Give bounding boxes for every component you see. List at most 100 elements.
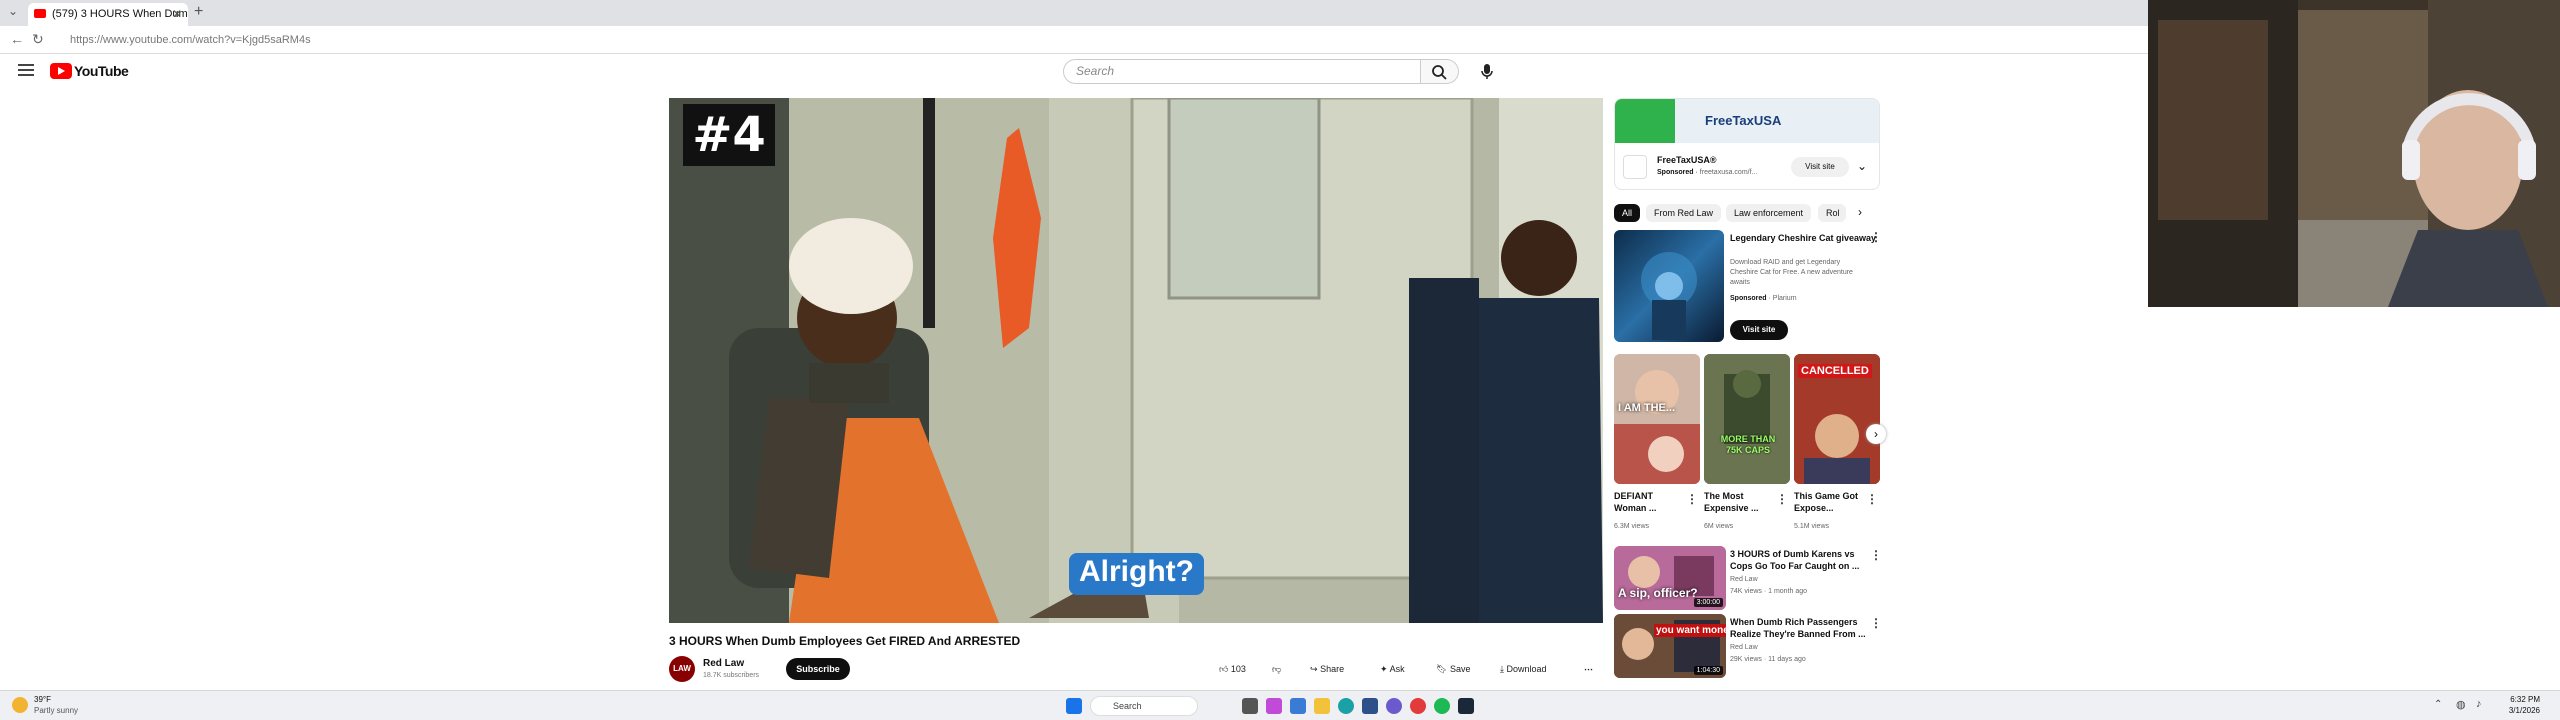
voice-search-button[interactable]	[1476, 60, 1498, 82]
widgets-icon[interactable]	[1290, 698, 1306, 714]
url-field[interactable]: https://www.youtube.com/watch?v=Kjgd5saR…	[58, 30, 2118, 50]
related-more-icon-2[interactable]: ⋮	[1870, 616, 1882, 630]
ad-banner-accent	[1615, 99, 1675, 143]
game-ad-visit-site-button[interactable]: Visit site	[1730, 320, 1788, 340]
related-thumbnail-1[interactable]: A sip, officer? 3:00:00	[1614, 546, 1726, 610]
short-title-2[interactable]: The Most Expensive ...	[1704, 490, 1770, 514]
related-duration-2: 1:04:30	[1693, 666, 1723, 675]
discord-icon[interactable]	[1386, 698, 1402, 714]
related-title-2[interactable]: When Dumb Rich Passengers Realize They'r…	[1730, 616, 1870, 640]
video-caption: Alright?	[1069, 553, 1204, 595]
channel-avatar[interactable]: LAW	[669, 656, 695, 682]
related-channel-2[interactable]: Red Law	[1730, 643, 1758, 653]
short-title-1[interactable]: DEFIANT Woman ...	[1614, 490, 1680, 514]
new-tab-icon[interactable]: +	[194, 3, 203, 21]
subscribe-button[interactable]: Subscribe	[786, 658, 850, 680]
short-views-2: 6M views	[1704, 523, 1734, 530]
like-button[interactable]: 👍︎ 103	[1219, 660, 1246, 678]
bookmark-icon: 🔖︎	[1436, 664, 1448, 674]
hamburger-menu-icon[interactable]	[18, 64, 34, 76]
related-title-1[interactable]: 3 HOURS of Dumb Karens vs Cops Go Too Fa…	[1730, 548, 1870, 572]
steam-icon[interactable]	[1458, 698, 1474, 714]
short-more-icon-3[interactable]: ⋮	[1866, 492, 1878, 506]
chip-from-red-law[interactable]: From Red Law	[1646, 204, 1722, 222]
short-thumbnail-1[interactable]: I AM THE...	[1614, 354, 1700, 484]
short-views-3: 5.1M views	[1794, 523, 1830, 530]
tab-title: (579) 3 HOURS When Dumb E	[52, 8, 188, 20]
copilot-icon[interactable]	[1266, 698, 1282, 714]
related-channel-1[interactable]: Red Law	[1730, 575, 1758, 585]
tray-chevron-icon[interactable]: ⌃	[2434, 699, 2442, 710]
ad-banner: FreeTaxUSA	[1615, 99, 1879, 143]
ad-visit-site-button[interactable]: Visit site	[1791, 157, 1849, 177]
shorts-next-button[interactable]: ›	[1866, 424, 1886, 444]
chevron-down-icon[interactable]: ⌄	[1857, 159, 1867, 173]
short-thumbnail-3[interactable]: CANCELLED	[1794, 354, 1880, 484]
chip-all[interactable]: All	[1614, 204, 1641, 222]
volume-icon[interactable]: ♪	[2476, 698, 2482, 710]
search-button[interactable]	[1421, 59, 1459, 84]
back-icon[interactable]: ←	[10, 31, 24, 47]
chip-law-enforcement[interactable]: Law enforcement	[1726, 204, 1812, 222]
close-tab-icon[interactable]: ✕	[172, 3, 182, 26]
ad-logo	[1623, 155, 1647, 179]
game-ad-thumbnail[interactable]	[1614, 230, 1724, 342]
file-explorer-icon[interactable]	[1314, 698, 1330, 714]
video-rank-badge: #4	[683, 104, 775, 166]
video-frame	[669, 98, 1603, 623]
save-button[interactable]: 🔖︎ Save	[1436, 660, 1470, 678]
spotify-icon[interactable]	[1434, 698, 1450, 714]
start-windows-icon[interactable]	[1066, 698, 1082, 714]
search-icon	[1432, 65, 1447, 80]
ad-meta: Sponsored · freetaxusa.com/f...	[1657, 169, 1758, 176]
youtube-logo[interactable]: YouTube	[50, 62, 129, 80]
download-button[interactable]: ⤓ Download	[1500, 660, 1547, 678]
browser-tab[interactable]: (579) 3 HOURS When Dumb E ✕	[28, 3, 188, 26]
video-player[interactable]: #4 Alright?	[669, 98, 1603, 623]
tab-menu-icon[interactable]: ⌄	[8, 4, 18, 18]
webcam-overlay	[2148, 0, 2560, 307]
more-actions-icon[interactable]: ⋯	[1584, 660, 1593, 678]
short-more-icon-1[interactable]: ⋮	[1686, 492, 1698, 506]
clock-time[interactable]: 6:32 PM	[2496, 695, 2540, 704]
store-icon[interactable]	[1362, 698, 1378, 714]
weather-desc: Partly sunny	[34, 706, 79, 715]
taskbar-search[interactable]: Search	[1090, 696, 1198, 716]
related-duration-1: 3:00:00	[1693, 598, 1723, 607]
weather-sun-icon	[12, 697, 28, 713]
chevron-right-icon[interactable]: ›	[1858, 205, 1862, 219]
share-button[interactable]: ↪ Share	[1310, 660, 1344, 678]
weather-temp[interactable]: 39°F	[34, 695, 51, 704]
dislike-button[interactable]: 👎︎	[1272, 660, 1281, 678]
webcam-feed	[2148, 0, 2560, 307]
related-more-icon-1[interactable]: ⋮	[1870, 548, 1882, 562]
clock-date[interactable]: 3/1/2026	[2496, 706, 2540, 715]
chrome-icon[interactable]	[1410, 698, 1426, 714]
game-ad-more-icon[interactable]: ⋮	[1870, 230, 1882, 244]
ad-name: FreeTaxUSA®	[1657, 155, 1717, 165]
reload-icon[interactable]: ↻	[32, 31, 44, 48]
game-ad-art	[1641, 252, 1697, 340]
related-thumbnail-2[interactable]: you want money? 1:04:30	[1614, 614, 1726, 678]
game-ad-title[interactable]: Legendary Cheshire Cat giveaway	[1730, 232, 1878, 244]
ask-button[interactable]: ✦ Ask	[1380, 660, 1405, 678]
short-views-1: 6.3M views	[1614, 523, 1650, 530]
short-thumbnail-2[interactable]: MORE THAN 75K CAPS	[1704, 354, 1790, 484]
like-count: 103	[1230, 664, 1246, 674]
search-input[interactable]: Search	[1063, 59, 1421, 84]
chip-rol[interactable]: Rol	[1818, 204, 1846, 222]
youtube-play-icon	[50, 62, 72, 79]
network-icon[interactable]: ◍	[2456, 698, 2466, 711]
short-title-3[interactable]: This Game Got Expose...	[1794, 490, 1860, 514]
download-icon: ⤓	[1500, 664, 1504, 674]
sidebar-ad[interactable]: FreeTaxUSA FreeTaxUSA® Sponsored · freet…	[1614, 98, 1880, 190]
channel-name[interactable]: Red Law	[703, 658, 744, 669]
browser-tab-bar: ⌄ (579) 3 HOURS When Dumb E ✕ +	[0, 0, 2148, 26]
edge-icon[interactable]	[1338, 698, 1354, 714]
game-ad-sponsor: Sponsored · Plarium	[1730, 295, 1797, 302]
short-more-icon-2[interactable]: ⋮	[1776, 492, 1788, 506]
address-bar-row: ← ↻ https://www.youtube.com/watch?v=Kjgd…	[0, 26, 2148, 54]
task-view-icon[interactable]	[1242, 698, 1258, 714]
short-thumbnail-1-art	[1614, 354, 1700, 484]
share-icon: ↪	[1310, 664, 1318, 674]
